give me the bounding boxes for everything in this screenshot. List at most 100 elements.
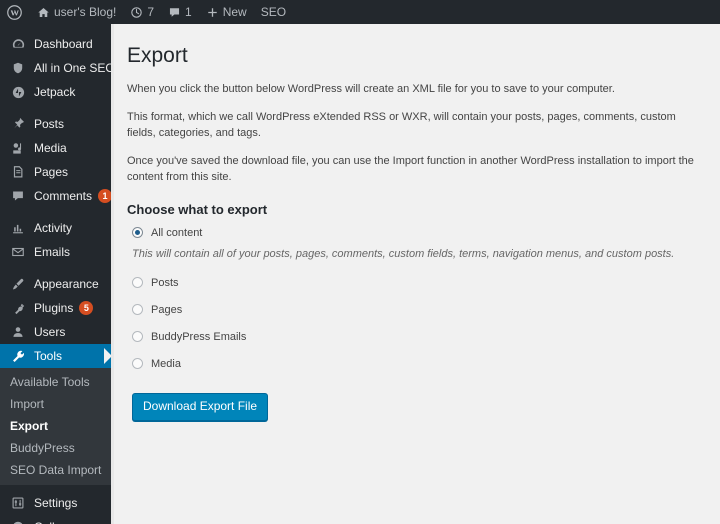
sidebar-item-label: Jetpack — [34, 85, 76, 99]
menu-separator-2 — [0, 208, 111, 216]
sidebar-item-comments[interactable]: Comments 1 — [0, 184, 113, 208]
sidebar-item-label: Dashboard — [34, 37, 93, 51]
admin-bar-wordpress-logo[interactable] — [0, 0, 30, 24]
pin-icon — [9, 115, 27, 133]
export-option-label: Posts — [151, 277, 179, 290]
updates-icon — [130, 6, 143, 19]
admin-bar-comments-count: 1 — [185, 5, 192, 19]
media-icon — [9, 139, 27, 157]
choose-what-to-export-heading: Choose what to export — [127, 201, 268, 217]
jetpack-icon — [9, 83, 27, 101]
plus-icon — [206, 6, 219, 19]
radio-pages[interactable] — [132, 304, 143, 316]
sidebar-item-media[interactable]: Media — [0, 136, 111, 160]
submenu-item-available-tools[interactable]: Available Tools — [0, 371, 111, 393]
export-option-media[interactable]: Media — [127, 357, 700, 371]
envelope-icon — [9, 243, 27, 261]
submenu-item-import[interactable]: Import — [0, 393, 111, 415]
content-scrollbar[interactable] — [111, 24, 114, 524]
admin-bar-site-name[interactable]: user's Blog! — [30, 0, 123, 24]
sidebar-item-users[interactable]: Users — [0, 320, 111, 344]
sidebar-item-label: Activity — [34, 221, 73, 235]
menu-spacer-top — [0, 24, 111, 32]
sidebar-item-activity[interactable]: Activity — [0, 216, 111, 240]
export-option-pages[interactable]: Pages — [127, 303, 700, 317]
admin-bar-seo[interactable]: SEO — [254, 0, 293, 24]
admin-bar-seo-label: SEO — [260, 5, 287, 19]
collapse-arrow-icon — [9, 518, 27, 524]
comment-bubble-icon — [9, 187, 27, 205]
radio-all-content[interactable] — [132, 226, 143, 238]
sidebar-item-tools[interactable]: Tools — [0, 344, 112, 368]
sidebar-item-posts[interactable]: Posts — [0, 112, 111, 136]
menu-separator-3 — [0, 264, 111, 272]
export-option-buddypress-emails[interactable]: BuddyPress Emails — [127, 330, 700, 344]
sidebar-item-jetpack[interactable]: Jetpack — [0, 80, 111, 104]
admin-bar-updates-count: 7 — [147, 5, 155, 19]
page-icon — [9, 163, 27, 181]
export-intro-paragraph-2: This format, which we call WordPress eXt… — [127, 110, 676, 140]
sidebar-item-emails[interactable]: Emails — [0, 240, 111, 264]
paintbrush-icon — [9, 275, 27, 293]
export-intro-paragraph-3: Once you've saved the download file, you… — [127, 154, 694, 184]
plug-icon — [9, 299, 27, 317]
radio-posts[interactable] — [132, 277, 143, 289]
sidebar-item-all-in-one-seo[interactable]: All in One SEO — [0, 56, 115, 80]
export-option-label: All content — [151, 226, 203, 239]
admin-bar-site-name-label: user's Blog! — [54, 5, 117, 19]
wordpress-admin-screen: user's Blog! 7 1 New SEO Dashboard All i… — [0, 0, 720, 524]
admin-bar-comments[interactable]: 1 — [161, 0, 199, 24]
main-content-area: Export When you click the button below W… — [111, 24, 720, 524]
page-title: Export — [127, 44, 188, 67]
comment-bubble-icon — [168, 6, 181, 19]
export-option-label: BuddyPress Emails — [151, 331, 247, 344]
sidebar-item-label: Posts — [34, 117, 65, 131]
export-option-posts[interactable]: Posts — [127, 276, 700, 290]
sidebar-item-label: Plugins — [34, 301, 74, 315]
admin-bar-updates[interactable]: 7 — [123, 0, 161, 24]
sidebar-item-plugins[interactable]: Plugins 5 — [0, 296, 111, 320]
export-option-label: Media — [151, 358, 181, 371]
shield-icon — [9, 59, 27, 77]
home-icon — [37, 6, 50, 19]
sidebar-item-label: Comments — [34, 189, 93, 203]
sidebar-item-dashboard[interactable]: Dashboard — [0, 32, 111, 56]
submenu-item-export[interactable]: Export — [0, 415, 111, 437]
radio-buddypress-emails[interactable] — [132, 331, 143, 343]
admin-sidebar-menu: Dashboard All in One SEO Jetpack Posts M… — [0, 24, 115, 524]
admin-bar-new-label: New — [222, 5, 247, 19]
radio-media[interactable] — [132, 358, 143, 370]
sidebar-item-label: All in One SEO — [34, 61, 115, 75]
collapse-menu-button[interactable]: Collapse menu — [0, 515, 114, 524]
all-content-description: This will contain all of your posts, pag… — [132, 247, 675, 260]
admin-bar: user's Blog! 7 1 New SEO — [0, 0, 720, 24]
collapse-menu-label: Collapse menu — [34, 515, 114, 524]
sidebar-item-appearance[interactable]: Appearance — [0, 272, 111, 296]
export-option-label: Pages — [151, 304, 183, 317]
submenu-item-buddypress[interactable]: BuddyPress — [0, 437, 111, 459]
export-option-all-content[interactable]: All content — [127, 226, 700, 240]
wordpress-logo-icon — [7, 4, 22, 20]
plugins-count-badge: 5 — [79, 301, 94, 315]
user-icon — [9, 323, 27, 341]
wrench-icon — [9, 347, 27, 365]
settings-sliders-icon — [9, 494, 27, 512]
sidebar-bottom-menu: Settings Collapse menu — [0, 491, 114, 524]
activity-chart-icon — [9, 219, 27, 237]
dashboard-icon — [9, 35, 27, 53]
export-intro-paragraph-1: When you click the button below WordPres… — [127, 83, 615, 96]
sidebar-item-label: Emails — [34, 245, 71, 259]
admin-bar-new[interactable]: New — [199, 0, 254, 24]
sidebar-item-label: Tools — [34, 349, 63, 363]
menu-separator-1 — [0, 104, 111, 112]
download-export-file-button[interactable]: Download Export File — [132, 393, 269, 421]
sidebar-item-label: Users — [34, 325, 66, 339]
submenu-item-seo-data-import[interactable]: SEO Data Import — [0, 459, 111, 481]
comments-count-badge: 1 — [98, 189, 113, 203]
sidebar-item-pages[interactable]: Pages — [0, 160, 111, 184]
sidebar-item-label: Pages — [34, 165, 69, 179]
sidebar-item-settings[interactable]: Settings — [0, 491, 111, 515]
sidebar-item-label: Media — [34, 141, 67, 155]
sidebar-item-label: Settings — [34, 496, 78, 510]
tools-submenu: Available Tools Import Export BuddyPress… — [0, 368, 111, 485]
